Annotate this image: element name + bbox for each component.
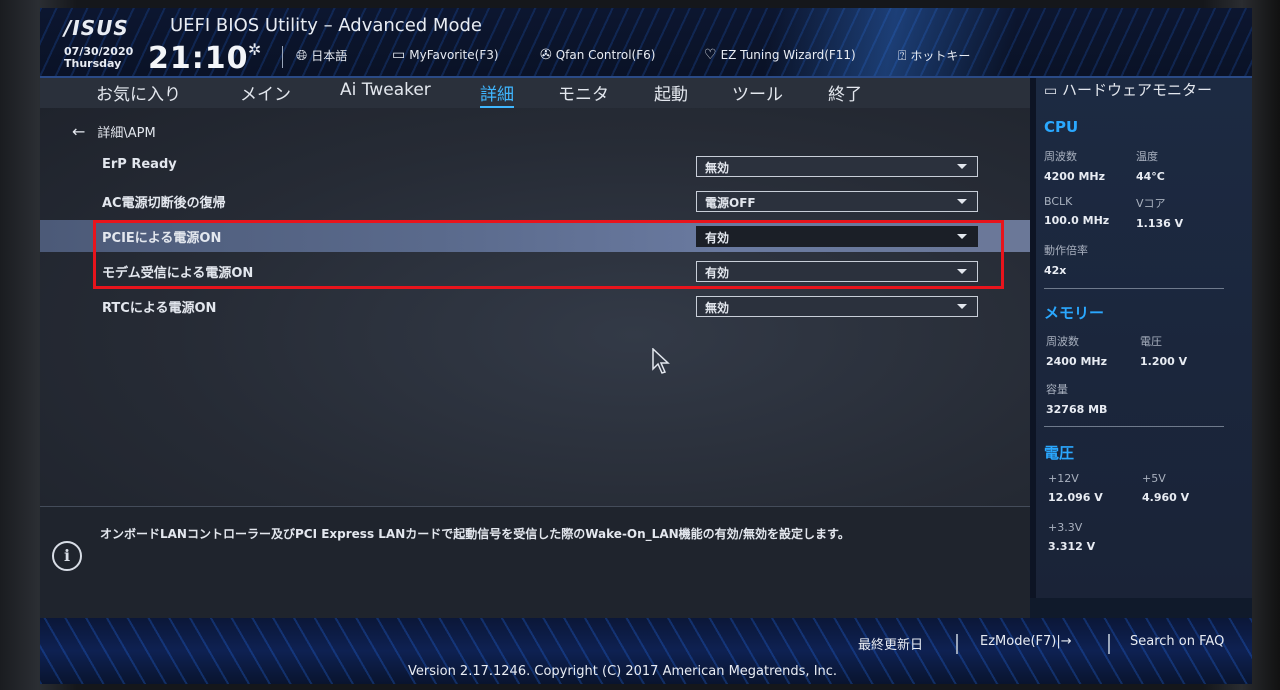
cpu-frequency: 周波数 4200 MHz [1044, 150, 1105, 183]
language-label: 日本語 [311, 49, 348, 63]
tab-ai-tweaker[interactable]: Ai Tweaker [340, 80, 431, 100]
tab-favorites[interactable]: お気に入り [96, 80, 181, 105]
select-value: 無効 [705, 161, 730, 175]
bulb-icon: ♡ [704, 47, 717, 63]
search-faq-button[interactable]: Search on FAQ [1130, 634, 1224, 649]
chevron-down-icon [957, 164, 967, 169]
memory-voltage: 電圧 1.200 V [1140, 335, 1188, 368]
info-icon: i [52, 541, 82, 571]
memory-section-title: メモリー [1044, 304, 1105, 322]
globe-icon: 🌐︎ [296, 47, 308, 64]
ac-power-restore-select[interactable]: 電源OFF [696, 191, 978, 212]
breadcrumb: ← 詳細\APM [72, 122, 156, 141]
breadcrumb-text: 詳細\APM [97, 126, 156, 141]
last-modified-button[interactable]: 最終更新日 [858, 634, 923, 653]
bottom-bar: 最終更新日 EzMode(F7)|→ Search on FAQ Version… [40, 618, 1252, 684]
main-nav: お気に入り メイン Ai Tweaker 詳細 モニタ 起動 ツール 終了 [40, 78, 1030, 108]
app-title: UEFI BIOS Utility – Advanced Mode [170, 15, 482, 36]
main-panel: お気に入り メイン Ai Tweaker 詳細 モニタ 起動 ツール 終了 ← … [40, 78, 1030, 506]
ezmode-button[interactable]: EzMode(F7)|→ [980, 634, 1072, 649]
clock: 21:10 [148, 41, 249, 76]
voltage-section-title: 電圧 [1044, 444, 1075, 462]
voltage-12v: +12V 12.096 V [1048, 472, 1103, 504]
version-text: Version 2.17.1246. Copyright (C) 2017 Am… [408, 664, 838, 679]
cpu-section-title: CPU [1044, 118, 1079, 136]
myfavorite-label: MyFavorite(F3) [409, 48, 499, 62]
help-icon: ⍰ [898, 47, 907, 64]
clock-settings-icon[interactable]: ✲ [248, 40, 261, 59]
bios-screen: /ISUS UEFI BIOS Utility – Advanced Mode … [40, 8, 1252, 684]
language-button[interactable]: 🌐︎ 日本語 [296, 47, 347, 64]
voltage-5v: +5V 4.960 V [1142, 472, 1190, 504]
qfan-label: Qfan Control(F6) [555, 48, 656, 62]
tab-main[interactable]: メイン [240, 80, 291, 105]
red-highlight-box [93, 220, 1004, 289]
cpu-vcore: Vコア 1.136 V [1136, 197, 1184, 230]
setting-label: AC電源切断後の復帰 [102, 196, 226, 211]
setting-label: RTCによる電源ON [102, 301, 217, 316]
divider [956, 634, 958, 654]
help-text: オンボードLANコントローラー及びPCI Express LANカードで起動信号… [100, 527, 850, 541]
cpu-temperature: 温度 44°C [1136, 150, 1165, 183]
setting-label: ErP Ready [102, 157, 177, 172]
setting-row-rtc-power-on[interactable]: RTCによる電源ON 無効 [40, 290, 1030, 322]
monitor-icon: ▭ [1044, 83, 1058, 99]
memory-capacity: 容量 32768 MB [1046, 383, 1108, 416]
back-arrow-icon[interactable]: ← [72, 122, 85, 141]
divider [282, 46, 283, 68]
tab-monitor[interactable]: モニタ [558, 80, 609, 105]
tab-advanced[interactable]: 詳細 [480, 80, 514, 108]
hardware-monitor-title: ▭ ハードウェアモニター [1044, 81, 1213, 100]
asus-logo: /ISUS [64, 16, 129, 40]
hotkeys-button[interactable]: ⍰ ホットキー [898, 47, 970, 64]
select-value: 無効 [705, 301, 730, 315]
help-bar: i オンボードLANコントローラー及びPCI Express LANカードで起動… [40, 506, 1030, 618]
divider [1044, 426, 1224, 427]
setting-row-ac-power-restore[interactable]: AC電源切断後の復帰 電源OFF [40, 185, 1030, 217]
divider [1044, 288, 1224, 289]
cpu-ratio: 動作倍率 42x [1044, 244, 1088, 277]
favorite-icon: ▭ [392, 47, 406, 63]
ez-tuning-wizard-button[interactable]: ♡ EZ Tuning Wizard(F11) [704, 47, 856, 63]
date-block: 07/30/2020 Thursday [64, 46, 133, 70]
top-bar: /ISUS UEFI BIOS Utility – Advanced Mode … [40, 8, 1252, 78]
tab-tool[interactable]: ツール [732, 80, 783, 105]
chevron-down-icon [957, 199, 967, 204]
cpu-bclk: BCLK 100.0 MHz [1044, 195, 1110, 227]
mouse-cursor-icon [652, 348, 670, 374]
day-text: Thursday [64, 57, 122, 70]
tab-exit[interactable]: 終了 [828, 80, 862, 105]
divider [1108, 634, 1110, 654]
ez-tuning-label: EZ Tuning Wizard(F11) [720, 48, 856, 62]
erp-ready-select[interactable]: 無効 [696, 156, 978, 177]
rtc-power-on-select[interactable]: 無効 [696, 296, 978, 317]
hotkeys-label: ホットキー [910, 49, 971, 63]
select-value: 電源OFF [705, 196, 756, 210]
hardware-monitor-panel: ▭ ハードウェアモニター CPU 周波数 4200 MHz 温度 44°C BC… [1030, 78, 1252, 598]
fan-icon: ✇ [540, 47, 552, 63]
chevron-down-icon [957, 304, 967, 309]
qfan-control-button[interactable]: ✇ Qfan Control(F6) [540, 47, 655, 63]
setting-row-erp-ready[interactable]: ErP Ready 無効 [40, 150, 1030, 182]
myfavorite-button[interactable]: ▭ MyFavorite(F3) [392, 47, 499, 63]
memory-frequency: 周波数 2400 MHz [1046, 335, 1107, 368]
voltage-3v3: +3.3V 3.312 V [1048, 521, 1096, 553]
tab-boot[interactable]: 起動 [654, 80, 688, 105]
